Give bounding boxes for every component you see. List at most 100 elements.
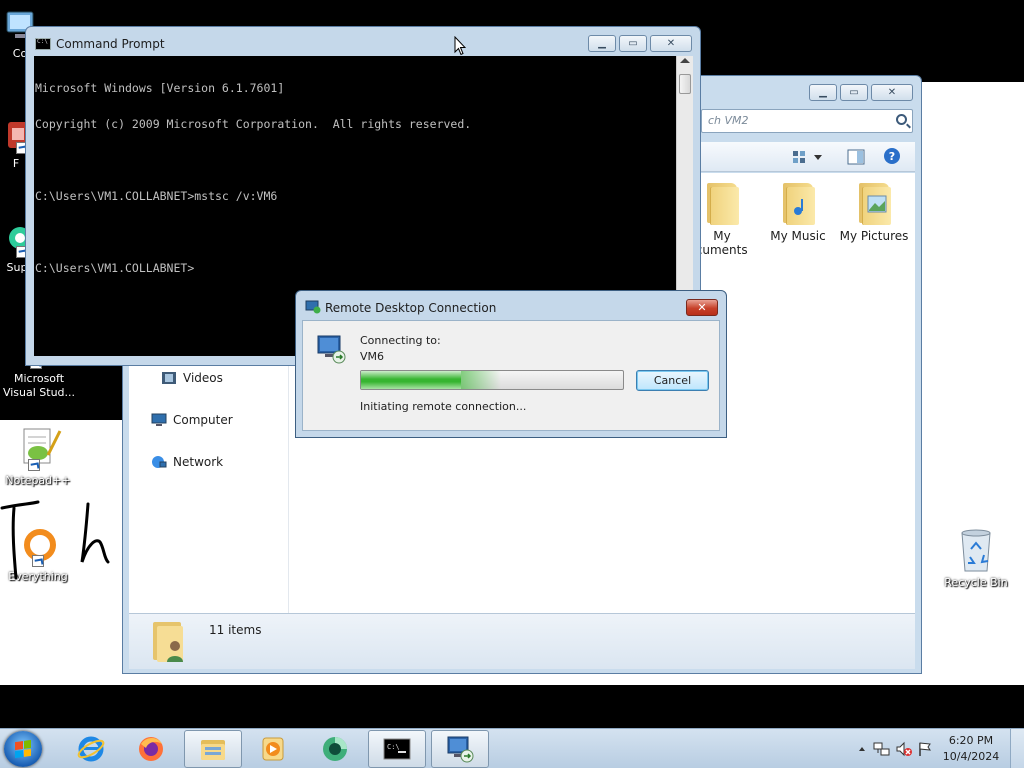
- clock-date: 10/4/2024: [942, 750, 1000, 763]
- mouse-cursor-icon: [454, 36, 466, 56]
- computer-icon: [151, 413, 167, 426]
- desktop-icon-notepad-plus-plus[interactable]: Notepad++: [0, 425, 76, 488]
- network-tray-icon[interactable]: [873, 741, 890, 757]
- close-icon: ✕: [887, 87, 897, 98]
- dialog-title: Remote Desktop Connection: [325, 301, 497, 315]
- item-count: 11 items: [209, 623, 262, 637]
- dialog-body: Connecting to: VM6 Cancel Initiating rem…: [302, 320, 720, 431]
- handwritten-annotation: [0, 500, 110, 580]
- music-folder-icon: [779, 179, 817, 225]
- remote-computer-icon: [317, 335, 346, 364]
- console-line: C:\Users\VM1.COLLABNET>mstsc /v:VM6: [35, 189, 278, 203]
- scroll-up-icon[interactable]: [680, 58, 690, 63]
- desktop-icon-label: Notepad++: [5, 474, 71, 487]
- close-button[interactable]: ✕: [686, 299, 718, 316]
- folder-icon: [201, 740, 225, 760]
- window-controls: ▁ ▭ ✕: [809, 84, 913, 101]
- scroll-thumb[interactable]: [679, 74, 691, 94]
- connecting-to-label: Connecting to:: [360, 334, 441, 347]
- shortcut-arrow-icon: [28, 459, 40, 471]
- user-folder-icon: [153, 622, 183, 662]
- desktop-icon-label: Recycle Bin: [944, 576, 1008, 589]
- taskbar: C:\ 6:20 PM 10/4/2024: [0, 728, 1024, 768]
- preview-pane-icon[interactable]: [847, 149, 865, 165]
- cancel-button-label: Cancel: [653, 374, 692, 387]
- maximize-icon: ▭: [849, 87, 859, 98]
- clock-time: 6:20 PM: [948, 734, 994, 747]
- search-icon: [896, 114, 907, 125]
- volume-muted-icon[interactable]: [895, 741, 912, 757]
- command-prompt-icon: C:\: [383, 738, 411, 760]
- search-input[interactable]: ch VM2: [701, 109, 913, 133]
- folder-my-pictures[interactable]: My Pictures: [837, 179, 911, 243]
- desktop-wallpaper-right: [920, 82, 1024, 420]
- close-button[interactable]: ✕: [650, 35, 692, 52]
- maximize-button[interactable]: ▭: [840, 84, 868, 101]
- folder-label: My Pictures: [839, 229, 909, 243]
- internet-explorer-icon: [77, 736, 105, 762]
- view-options-icon[interactable]: [792, 149, 824, 165]
- nav-item-network[interactable]: Network: [151, 455, 223, 469]
- desktop-icon-label: F: [12, 157, 20, 170]
- nav-label: Network: [173, 455, 224, 469]
- show-desktop-button[interactable]: [1010, 729, 1024, 768]
- console-line: Microsoft Windows [Version 6.1.7601]: [35, 81, 285, 95]
- help-icon[interactable]: ?: [883, 147, 901, 165]
- folder-label: My Music: [770, 229, 826, 243]
- connection-status-text: Initiating remote connection...: [360, 400, 527, 413]
- minimize-button[interactable]: ▁: [588, 35, 616, 52]
- svg-text:C:\: C:\: [387, 743, 400, 751]
- svg-text:?: ?: [889, 150, 895, 163]
- taskbar-remote-desktop[interactable]: [431, 730, 489, 768]
- notification-area: 6:20 PM 10/4/2024: [854, 729, 1024, 768]
- taskbar-firefox[interactable]: [122, 730, 180, 768]
- minimize-icon: ▁: [819, 87, 827, 98]
- minimize-icon: ▁: [598, 38, 606, 49]
- remote-desktop-dialog[interactable]: Remote Desktop Connection ✕ Connecting t…: [295, 290, 727, 438]
- minimize-button[interactable]: ▁: [809, 84, 837, 101]
- details-pane: 11 items: [129, 613, 915, 669]
- nav-item-videos[interactable]: Videos: [161, 371, 223, 385]
- close-icon: ✕: [666, 38, 676, 49]
- taskbar-media-player[interactable]: [244, 730, 302, 768]
- network-icon: [152, 456, 167, 468]
- videos-icon: [162, 372, 176, 384]
- taskbar-command-prompt[interactable]: C:\: [368, 730, 426, 768]
- desktop-icon-recycle-bin[interactable]: Recycle Bin: [936, 527, 1016, 590]
- taskbar-windows-explorer[interactable]: [184, 730, 242, 768]
- show-hidden-icons-chevron-up-icon[interactable]: [857, 741, 867, 757]
- console-prompt-line: C:\Users\VM1.COLLABNET>: [35, 261, 195, 275]
- action-center-flag-icon[interactable]: [917, 741, 933, 757]
- remote-desktop-icon: [447, 736, 474, 763]
- folder-my-music[interactable]: My Music: [761, 179, 835, 243]
- nav-label: Computer: [173, 413, 233, 427]
- search-placeholder: ch VM2: [708, 114, 749, 127]
- green-app-icon: [323, 737, 347, 761]
- nav-label: Videos: [183, 371, 223, 385]
- close-button[interactable]: ✕: [871, 84, 913, 101]
- maximize-button[interactable]: ▭: [619, 35, 647, 52]
- taskbar-app-green[interactable]: [306, 730, 364, 768]
- window-controls: ▁ ▭ ✕: [588, 35, 692, 52]
- start-button[interactable]: [4, 731, 42, 767]
- notepad-plus-plus-icon: [14, 425, 62, 471]
- recycle-bin-icon: [956, 527, 996, 573]
- target-computer-name: VM6: [360, 350, 385, 363]
- system-clock[interactable]: 6:20 PM 10/4/2024: [936, 733, 1006, 765]
- window-title: Command Prompt: [56, 37, 165, 51]
- media-player-icon: [262, 737, 284, 761]
- console-line: Copyright (c) 2009 Microsoft Corporation…: [35, 117, 472, 131]
- taskbar-internet-explorer[interactable]: [62, 730, 120, 768]
- maximize-icon: ▭: [628, 38, 638, 49]
- pictures-folder-icon: [855, 179, 893, 225]
- firefox-icon: [139, 737, 163, 761]
- desktop-icon-label: Microsoft Visual Stud...: [2, 372, 76, 399]
- remote-desktop-icon: [305, 300, 321, 314]
- command-prompt-icon: [35, 38, 51, 50]
- nav-item-computer[interactable]: Computer: [151, 413, 233, 427]
- cancel-button[interactable]: Cancel: [636, 370, 709, 391]
- connection-progress-bar: [360, 370, 624, 390]
- close-icon: ✕: [697, 301, 707, 314]
